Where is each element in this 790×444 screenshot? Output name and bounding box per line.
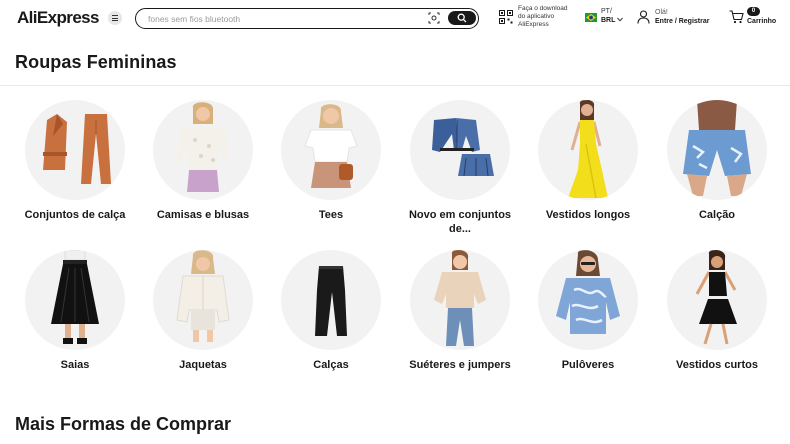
long-dress-image	[538, 100, 638, 200]
category-label: Suéteres e jumpers	[409, 359, 511, 371]
section-title: Roupas Femininas	[15, 52, 177, 72]
user-icon[interactable]	[637, 10, 650, 24]
menu-icon[interactable]	[108, 11, 122, 25]
pants-image	[281, 250, 381, 350]
cart-count-badge: 0	[747, 7, 760, 16]
category-label: Conjuntos de calça	[24, 209, 126, 221]
currency-code: BRL	[601, 16, 616, 24]
language-code: PT/	[601, 8, 612, 15]
header: AliExpress Faça o download do aplicativo…	[0, 0, 790, 38]
category-label: Vestidos longos	[545, 209, 631, 221]
blouse-image	[153, 100, 253, 200]
jacket-image	[153, 250, 253, 350]
app-line-3: AliExpress	[518, 21, 549, 28]
short-dress-image	[667, 250, 767, 350]
category-label: Saias	[60, 359, 90, 371]
search-input[interactable]	[148, 11, 418, 26]
language-selector[interactable]: PT/ BRL	[601, 8, 615, 25]
search-icon	[457, 13, 467, 23]
shorts-image	[667, 100, 767, 200]
section-divider	[0, 85, 790, 86]
app-line-1: Faça o download	[518, 5, 568, 12]
signin-link[interactable]: Entre / Registrar	[655, 18, 709, 25]
search-button[interactable]	[448, 11, 476, 25]
app-download-link[interactable]: Faça o download do aplicativo AliExpress	[518, 5, 578, 29]
brazil-flag-icon	[585, 13, 597, 22]
pants-set-image	[25, 100, 125, 200]
category-label: Camisas e blusas	[156, 209, 250, 221]
category-label: Novo em conjuntos de...	[408, 209, 512, 235]
category-label: Vestidos curtos	[676, 359, 758, 371]
cart-icon[interactable]	[729, 10, 744, 24]
category-label: Calças	[313, 359, 349, 371]
greeting-text: Olá!	[655, 9, 668, 16]
cart-label[interactable]: Carrinho	[747, 18, 776, 25]
category-label: Pulôveres	[561, 359, 615, 371]
search-bar	[135, 8, 479, 29]
pullover-image	[538, 250, 638, 350]
camera-search-icon[interactable]	[428, 12, 440, 24]
denim-set-image	[410, 100, 510, 200]
tee-image	[281, 100, 381, 200]
account-link[interactable]: Olá! Entre / Registrar	[655, 8, 709, 26]
category-label: Calção	[698, 209, 736, 221]
sweater-image	[410, 250, 510, 350]
skirt-image	[25, 250, 125, 350]
chevron-down-icon	[617, 17, 623, 22]
category-label: Jaquetas	[179, 359, 227, 371]
aliexpress-logo[interactable]: AliExpress	[17, 8, 99, 28]
app-line-2: do aplicativo	[518, 13, 555, 20]
qr-code-icon[interactable]	[499, 10, 513, 24]
more-ways-title: Mais Formas de Comprar	[15, 414, 232, 434]
category-label: Tees	[318, 209, 344, 221]
